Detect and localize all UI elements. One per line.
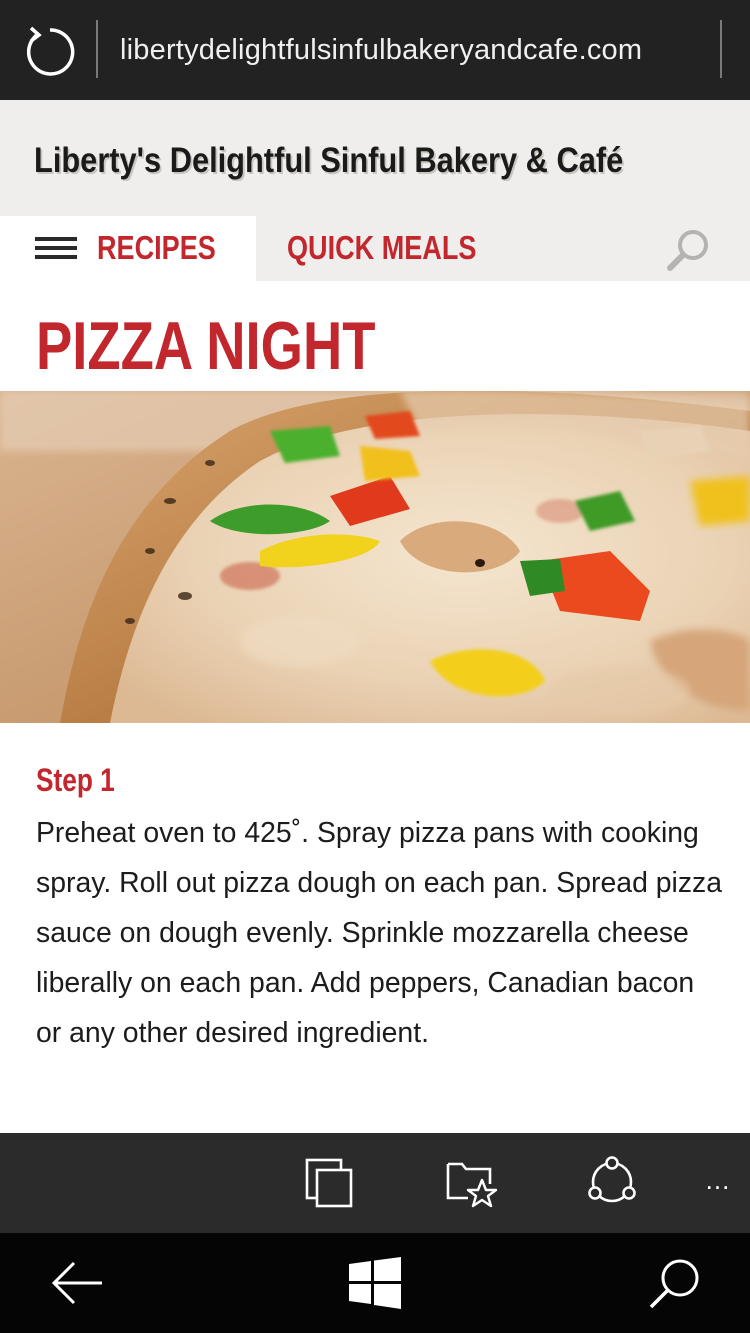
url-field[interactable]: libertydelightfulsinfulbakeryandcafe.com — [120, 28, 710, 72]
nav-item-recipes-label[interactable]: RECIPES — [97, 226, 216, 270]
pizza-hero-image — [0, 391, 750, 723]
tabs-icon[interactable] — [304, 1157, 354, 1209]
site-title[interactable]: Liberty's Delightful Sinful Bakery & Caf… — [34, 136, 641, 186]
share-icon[interactable] — [584, 1156, 640, 1208]
address-divider-left — [96, 20, 98, 78]
search-icon[interactable] — [664, 226, 712, 274]
address-divider-right — [720, 20, 722, 78]
hamburger-menu-icon[interactable] — [35, 237, 77, 259]
cortana-search-icon[interactable] — [648, 1256, 702, 1310]
more-icon[interactable]: ... — [700, 1160, 736, 1200]
nav-item-quick-meals[interactable]: QUICK MEALS — [287, 226, 476, 270]
windows-start-icon[interactable] — [349, 1257, 401, 1309]
step-heading: Step 1 — [36, 762, 115, 798]
page-title: PIZZA NIGHT — [36, 308, 376, 384]
back-icon[interactable] — [50, 1258, 104, 1308]
favorites-icon[interactable] — [446, 1158, 498, 1208]
step-text: Preheat oven to 425˚. Spray pizza pans w… — [36, 817, 723, 1049]
refresh-icon[interactable] — [22, 24, 78, 80]
